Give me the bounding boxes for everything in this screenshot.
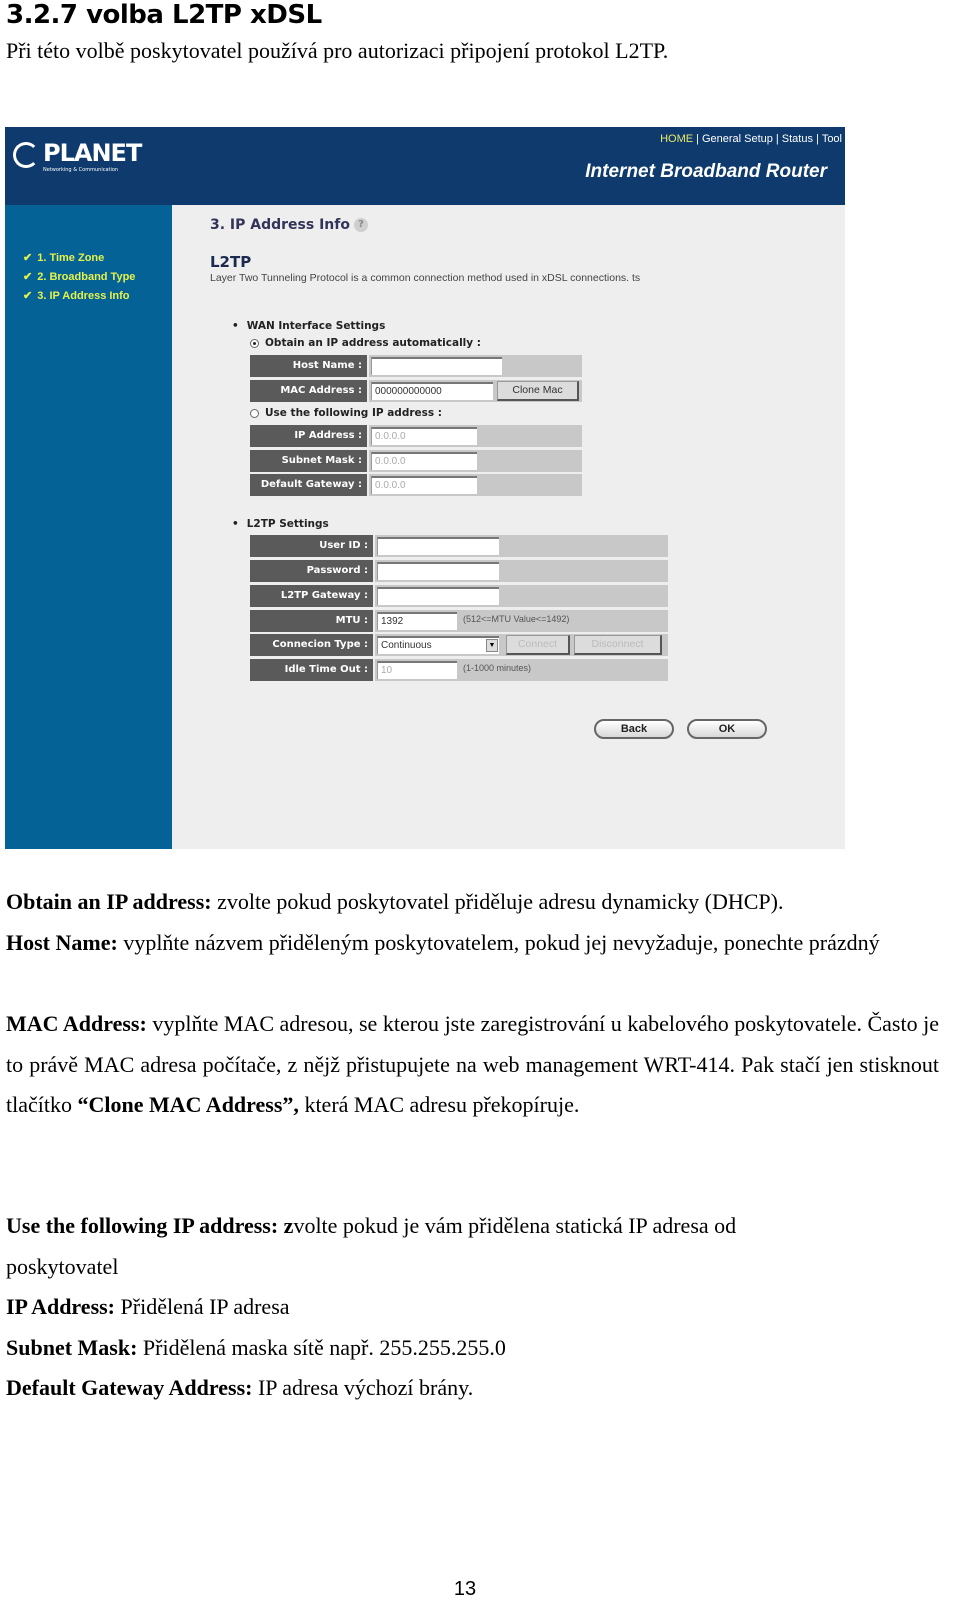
subnet-mask-row: Subnet Mask : 0.0.0.0: [250, 450, 582, 472]
ip-address-label: IP Address :: [250, 425, 367, 447]
connection-type-select[interactable]: Continuous ▼: [377, 636, 499, 654]
static-ip-paragraph: Use the following IP address: zvolte pok…: [6, 1213, 737, 1279]
password-label: Password :: [250, 560, 373, 582]
subnet-mask-input[interactable]: 0.0.0.0: [371, 452, 477, 470]
planet-globe-icon: [13, 142, 39, 168]
use-static-ip-radio[interactable]: [250, 408, 259, 418]
host-name-label: Host Name :: [250, 355, 367, 377]
nav-general-setup[interactable]: General Setup: [702, 133, 773, 145]
wan-group-label: • WAN Interface Settings: [232, 320, 386, 332]
check-icon: ✔: [23, 290, 33, 302]
router-screenshot: PLANET Networking & Communication HOME | G…: [5, 127, 845, 849]
ip-address-input[interactable]: 0.0.0.0: [371, 427, 477, 445]
subnet-mask-paragraph: Subnet Mask: Přidělená maska sítě např. …: [6, 1335, 506, 1360]
step-time-zone[interactable]: ✔ 1. Time Zone: [23, 249, 135, 268]
mac-address-paragraph: MAC Address: vyplňte MAC adresou, se kte…: [6, 1011, 940, 1117]
user-id-label: User ID :: [250, 535, 373, 557]
ip-address-paragraph: IP Address: Přidělená IP adresa: [6, 1294, 290, 1319]
step-ip-address-info[interactable]: ✔ 3. IP Address Info: [23, 287, 135, 306]
idle-timeout-row: Idle Time Out : 10 (1-1000 minutes): [250, 659, 668, 681]
user-id-input[interactable]: [377, 537, 499, 555]
router-main-panel: 3. IP Address Info? L2TP Layer Two Tunne…: [172, 205, 845, 849]
default-gateway-row: Default Gateway : 0.0.0.0: [250, 474, 582, 496]
connect-button[interactable]: Connect: [506, 635, 570, 655]
clone-mac-button[interactable]: Clone Mac: [497, 381, 579, 401]
mode-description: Layer Two Tunneling Protocol is a common…: [210, 272, 641, 284]
obtain-ip-auto-radio[interactable]: [250, 338, 259, 348]
subnet-mask-label: Subnet Mask :: [250, 450, 367, 472]
chevron-down-icon[interactable]: ▼: [486, 639, 498, 652]
connection-type-row: Connecion Type : Continuous ▼ Connect Di…: [250, 634, 668, 656]
disconnect-button[interactable]: Disconnect: [574, 635, 662, 655]
idle-timeout-note: (1-1000 minutes): [463, 663, 532, 673]
wizard-steps: ✔ 1. Time Zone ✔ 2. Broadband Type ✔ 3. IP …: [23, 249, 135, 306]
default-gateway-paragraph: Default Gateway Address: IP adresa výcho…: [6, 1375, 474, 1400]
mac-address-row: MAC Address : 000000000000 Clone Mac: [250, 380, 582, 402]
planet-logo: PLANET Networking & Communication: [13, 139, 142, 179]
ip-address-row: IP Address : 0.0.0.0: [250, 425, 582, 447]
top-nav: HOME | General Setup | Status | Tool: [660, 133, 842, 145]
user-id-row: User ID :: [250, 535, 668, 557]
check-icon: ✔: [23, 271, 33, 283]
idle-timeout-input[interactable]: 10: [377, 661, 457, 679]
wizard-sidebar: ✔ 1. Time Zone ✔ 2. Broadband Type ✔ 3. IP …: [5, 205, 172, 849]
obtain-ip-auto-option[interactable]: Obtain an IP address automatically :: [250, 337, 481, 349]
help-icon[interactable]: ?: [353, 218, 368, 232]
idle-timeout-label: Idle Time Out :: [250, 659, 373, 681]
password-row: Password :: [250, 560, 668, 582]
section-heading: 3.2.7 volba L2TP xDSL: [6, 0, 322, 30]
l2tp-group-label: • L2TP Settings: [232, 518, 329, 530]
mac-address-input[interactable]: 000000000000: [371, 382, 493, 400]
back-button[interactable]: Back: [594, 719, 674, 739]
use-static-ip-option[interactable]: Use the following IP address :: [250, 407, 442, 419]
connection-type-label: Connecion Type :: [250, 634, 373, 656]
host-name-row: Host Name :: [250, 355, 582, 377]
mtu-range-note: (512<=MTU Value<=1492): [463, 614, 570, 624]
default-gateway-input[interactable]: 0.0.0.0: [371, 476, 477, 494]
intro-text: Při této volbě poskytovatel používá pro …: [6, 38, 669, 63]
ok-button[interactable]: OK: [687, 719, 767, 739]
mode-title: L2TP: [210, 253, 252, 271]
nav-tool[interactable]: Tool: [822, 133, 842, 145]
obtain-ip-paragraph: Obtain an IP address: zvolte pokud posky…: [6, 889, 784, 914]
section-title: 3. IP Address Info?: [210, 217, 368, 233]
default-gateway-label: Default Gateway :: [250, 474, 367, 496]
mtu-row: MTU : 1392 (512<=MTU Value<=1492): [250, 610, 668, 632]
password-input[interactable]: [377, 562, 499, 580]
l2tp-gateway-row: L2TP Gateway :: [250, 585, 668, 607]
l2tp-gateway-input[interactable]: [377, 587, 499, 605]
check-icon: ✔: [23, 252, 33, 264]
mtu-input[interactable]: 1392: [377, 612, 457, 630]
router-header: PLANET Networking & Communication HOME | G…: [5, 127, 845, 205]
router-title: Internet Broadband Router: [585, 161, 827, 182]
logo-brand: PLANET: [43, 139, 142, 167]
host-name-paragraph: Host Name: vyplňte názvem přiděleným pos…: [6, 930, 880, 955]
page-number: 13: [453, 1578, 477, 1600]
nav-home[interactable]: HOME: [660, 133, 693, 145]
step-broadband-type[interactable]: ✔ 2. Broadband Type: [23, 268, 135, 287]
mtu-label: MTU :: [250, 610, 373, 632]
l2tp-gateway-label: L2TP Gateway :: [250, 585, 373, 607]
logo-tagline: Networking & Communication: [43, 167, 119, 173]
host-name-input[interactable]: [371, 357, 502, 375]
mac-address-label: MAC Address :: [250, 380, 367, 402]
nav-status[interactable]: Status: [782, 133, 813, 145]
